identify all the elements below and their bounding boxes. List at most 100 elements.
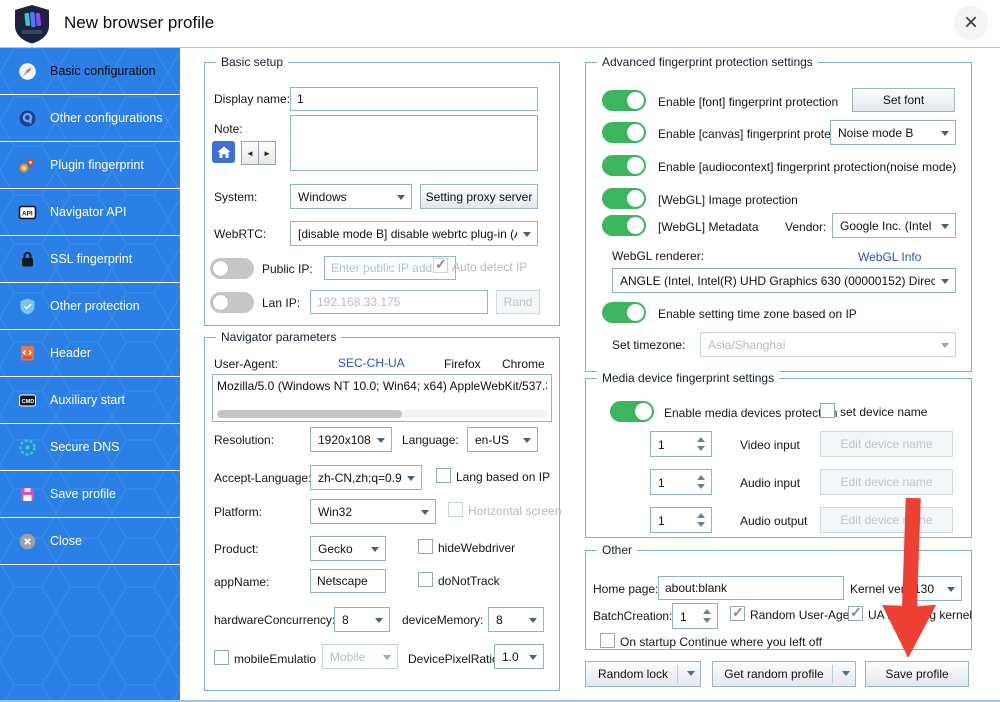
edit-audio-output-device-button[interactable]: Edit device name [820, 507, 953, 533]
sidebar-item-secure-dns[interactable]: Secure DNS [0, 424, 180, 471]
sidebar-item-other-protection[interactable]: Other protection [0, 283, 180, 330]
sidebar-item-header[interactable]: Header [0, 330, 180, 377]
chevron-down-icon [383, 655, 391, 660]
home-button[interactable] [212, 141, 235, 163]
toggle-knob [212, 260, 229, 277]
language-label: Language: [402, 433, 459, 447]
spinner-up-icon[interactable] [697, 437, 705, 442]
floppy-icon [21, 487, 34, 501]
hardware-concurrency-select[interactable]: 8 [334, 607, 390, 632]
set-device-name-checkbox[interactable] [820, 403, 835, 418]
note-prev-button[interactable]: ◄ [241, 141, 259, 165]
edit-video-device-button[interactable]: Edit device name [820, 431, 953, 457]
video-input-count-spinner[interactable]: 1 [650, 431, 712, 457]
public-ip-label: Public IP: [262, 262, 313, 276]
sidebar-item-plugin-fingerprint[interactable]: Plugin fingerprint [0, 142, 180, 189]
timezone-by-ip-toggle[interactable] [602, 302, 646, 323]
webgl-info-link[interactable]: WebGL Info [858, 250, 921, 264]
spinner-down-icon[interactable] [697, 522, 705, 527]
sidebar-item-navigator-api[interactable]: API Navigator API [0, 189, 180, 236]
appname-input[interactable] [310, 569, 386, 593]
spinner-up-icon[interactable] [697, 475, 705, 480]
device-pixel-ratio-select[interactable]: 1.0 [494, 644, 544, 669]
lang-based-on-ip-checkbox[interactable] [436, 468, 451, 483]
webgl-image-toggle[interactable] [602, 188, 646, 209]
navigator-parameters-legend: Navigator parameters [216, 330, 342, 344]
kernel-version-select[interactable]: 130 [906, 576, 962, 601]
close-icon[interactable]: × [954, 6, 988, 40]
media-devices-label: Enable media devices protection [664, 406, 838, 420]
chevron-down-icon[interactable] [842, 671, 850, 676]
firefox-link[interactable]: Firefox [444, 357, 481, 371]
canvas-protection-toggle[interactable] [602, 122, 646, 143]
scrollbar-thumb[interactable] [217, 410, 402, 418]
note-textarea[interactable] [290, 115, 538, 171]
chevron-down-icon[interactable] [687, 671, 695, 676]
mobile-emulation-select[interactable]: Mobile [322, 644, 398, 669]
system-select[interactable]: Windows [290, 184, 412, 209]
webrtc-label: WebRTC: [214, 227, 267, 241]
sidebar-item-close[interactable]: Close [0, 518, 180, 565]
ua-matching-kernel-checkbox[interactable] [848, 604, 863, 621]
hide-webdriver-checkbox[interactable] [418, 539, 433, 554]
platform-select[interactable]: Win32 [310, 499, 436, 524]
rand-button[interactable]: Rand [496, 290, 540, 314]
random-lock-button[interactable]: Random lock [585, 661, 701, 687]
language-select[interactable]: en-US [467, 427, 538, 452]
webgl-metadata-toggle[interactable] [602, 215, 646, 236]
public-ip-toggle[interactable] [210, 258, 254, 279]
product-select[interactable]: Gecko [310, 536, 386, 561]
user-agent-label: User-Agent: [214, 357, 279, 371]
canvas-mode-select[interactable]: Noise mode B [830, 120, 956, 145]
lock-icon [22, 251, 33, 266]
chrome-link[interactable]: Chrome [502, 357, 545, 371]
note-next-button[interactable]: ► [258, 141, 276, 165]
set-font-button[interactable]: Set font [852, 88, 955, 112]
spinner-down-icon[interactable] [697, 484, 705, 489]
startup-continue-checkbox[interactable] [600, 633, 615, 648]
sidebar-item-label: Navigator API [50, 205, 127, 219]
vendor-select[interactable]: Google Inc. (Intel [832, 213, 956, 238]
edit-audio-input-device-button[interactable]: Edit device name [820, 469, 953, 495]
audio-input-count-spinner[interactable]: 1 [650, 469, 712, 495]
sidebar-item-basic-configuration[interactable]: Basic configuration [0, 48, 180, 95]
display-name-input[interactable] [290, 87, 538, 111]
chevron-down-icon [421, 510, 429, 515]
vendor-label: Vendor: [785, 220, 827, 234]
webrtc-select[interactable]: [disable mode B] disable webrtc plug-in … [290, 221, 538, 246]
setting-proxy-server-button[interactable]: Setting proxy server [420, 184, 538, 209]
spinner-down-icon[interactable] [703, 618, 711, 623]
accept-language-select[interactable]: zh-CN,zh;q=0.9 [310, 465, 422, 490]
media-devices-toggle[interactable] [610, 401, 654, 422]
get-random-profile-button[interactable]: Get random profile [712, 661, 856, 687]
device-memory-select[interactable]: 8 [488, 607, 544, 632]
lan-ip-toggle[interactable] [210, 292, 254, 313]
horizontal-screen-checkbox[interactable] [448, 502, 463, 517]
batch-creation-spinner[interactable]: 1 [672, 603, 718, 629]
spinner-up-icon[interactable] [697, 513, 705, 518]
random-user-agent-checkbox[interactable] [730, 604, 745, 621]
user-agent-box[interactable]: Mozilla/5.0 (Windows NT 10.0; Win64; x64… [212, 374, 552, 422]
auto-detect-ip-checkbox[interactable] [433, 256, 448, 273]
mobile-emulation-label: mobileEmulatio [234, 652, 317, 666]
sidebar-item-ssl-fingerprint[interactable]: SSL fingerprint [0, 236, 180, 283]
webgl-renderer-select[interactable]: ANGLE (Intel, Intel(R) UHD Graphics 630 … [612, 268, 956, 293]
audiocontext-protection-toggle[interactable] [602, 155, 646, 176]
sidebar-item-save-profile[interactable]: Save profile [0, 471, 180, 518]
sidebar-item-other-configurations[interactable]: Other configurations [0, 95, 180, 142]
do-not-track-checkbox[interactable] [418, 572, 433, 587]
audio-output-count-spinner[interactable]: 1 [650, 507, 712, 533]
other-legend: Other [597, 543, 638, 557]
save-profile-button[interactable]: Save profile [865, 661, 969, 687]
sidebar-item-auxiliary-start[interactable]: CMD Auxiliary start [0, 377, 180, 424]
lan-ip-input[interactable] [310, 290, 488, 314]
home-page-input[interactable] [658, 576, 844, 600]
spinner-down-icon[interactable] [697, 446, 705, 451]
spinner-up-icon[interactable] [703, 609, 711, 614]
timezone-select[interactable]: Asia/Shanghai [700, 332, 956, 357]
sidebar-item-label: Secure DNS [50, 440, 120, 454]
mobile-emulation-checkbox[interactable] [214, 650, 229, 665]
font-protection-toggle[interactable] [602, 90, 646, 111]
sec-ch-ua-link[interactable]: SEC-CH-UA [338, 356, 405, 370]
resolution-select[interactable]: 1920x1080 [310, 427, 392, 452]
